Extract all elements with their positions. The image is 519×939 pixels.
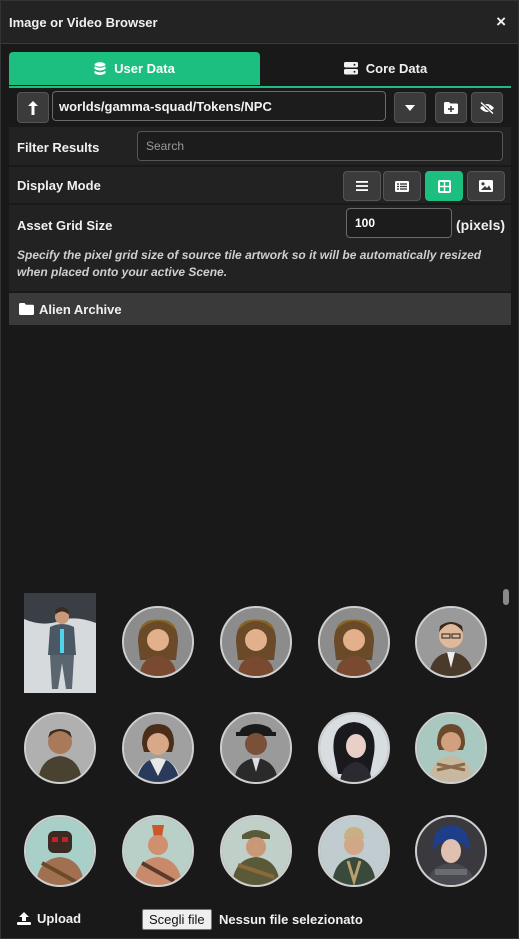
file-thumbnail[interactable] xyxy=(24,593,96,693)
file-thumbnail[interactable] xyxy=(318,606,390,678)
file-thumbnail[interactable] xyxy=(122,606,194,678)
image-icon xyxy=(479,180,493,192)
file-thumbnail[interactable] xyxy=(122,712,194,784)
choose-file-button[interactable]: Scegli file xyxy=(142,909,212,930)
file-thumbnail[interactable] xyxy=(24,712,96,784)
display-list-button[interactable] xyxy=(343,171,381,201)
upload-label: Upload xyxy=(37,911,82,926)
folder-name: Alien Archive xyxy=(39,302,122,317)
file-thumbnail[interactable] xyxy=(415,606,487,678)
file-thumbnail[interactable] xyxy=(220,815,292,887)
bucket-dropdown-button[interactable] xyxy=(394,92,426,123)
title-bar[interactable]: Image or Video Browser × xyxy=(1,1,518,44)
go-back-button[interactable] xyxy=(17,92,49,123)
tab-core-data-label: Core Data xyxy=(365,61,428,76)
list-icon xyxy=(356,181,368,191)
grid-size-unit: (pixels) xyxy=(456,217,506,233)
upload-icon xyxy=(17,912,31,925)
window-title: Image or Video Browser xyxy=(9,15,158,30)
close-icon[interactable]: × xyxy=(496,12,506,32)
display-mode-label: Display Mode xyxy=(17,178,101,193)
eye-slash-icon xyxy=(479,101,495,114)
toggle-privacy-button[interactable] xyxy=(471,92,503,123)
grid-size-hint: Specify the pixel grid size of source ti… xyxy=(17,248,482,279)
grid-size-input[interactable] xyxy=(346,208,452,238)
display-images-button[interactable] xyxy=(467,171,505,201)
tab-core-data[interactable]: Core Data xyxy=(260,52,511,85)
database-icon xyxy=(94,61,106,75)
file-thumbnail[interactable] xyxy=(220,712,292,784)
file-thumbnail[interactable] xyxy=(415,815,487,887)
footer: Upload Scegli file Nessun file seleziona… xyxy=(9,901,511,937)
path-input[interactable] xyxy=(52,91,386,121)
tab-user-data[interactable]: User Data xyxy=(9,52,260,85)
scrollbar-thumb[interactable] xyxy=(503,589,509,605)
caret-down-icon xyxy=(405,104,415,111)
server-icon xyxy=(343,62,358,75)
upload-button[interactable]: Upload xyxy=(17,911,81,926)
file-status: Nessun file selezionato xyxy=(219,912,363,927)
image-browser-window: Image or Video Browser × User Data Core … xyxy=(0,0,519,939)
file-thumbnail[interactable] xyxy=(220,606,292,678)
file-thumbnail[interactable] xyxy=(24,815,96,887)
file-thumbnail[interactable] xyxy=(415,712,487,784)
grid-icon xyxy=(437,179,451,193)
tab-user-data-label: User Data xyxy=(114,61,175,76)
folder-item[interactable]: Alien Archive xyxy=(9,293,511,325)
list-alt-icon xyxy=(395,180,409,192)
file-thumbnail[interactable] xyxy=(122,815,194,887)
source-tabs: User Data Core Data xyxy=(9,52,511,88)
create-folder-button[interactable] xyxy=(435,92,467,123)
level-up-icon xyxy=(28,100,38,115)
filter-label: Filter Results xyxy=(17,140,100,155)
file-thumbnail[interactable] xyxy=(318,712,390,784)
search-input[interactable] xyxy=(137,131,503,161)
display-details-button[interactable] xyxy=(383,171,421,201)
file-thumbnail[interactable] xyxy=(318,815,390,887)
folder-plus-icon xyxy=(444,101,458,114)
grid-size-label: Asset Grid Size xyxy=(17,218,113,233)
folder-icon xyxy=(19,303,34,315)
display-tiles-button[interactable] xyxy=(425,171,463,201)
